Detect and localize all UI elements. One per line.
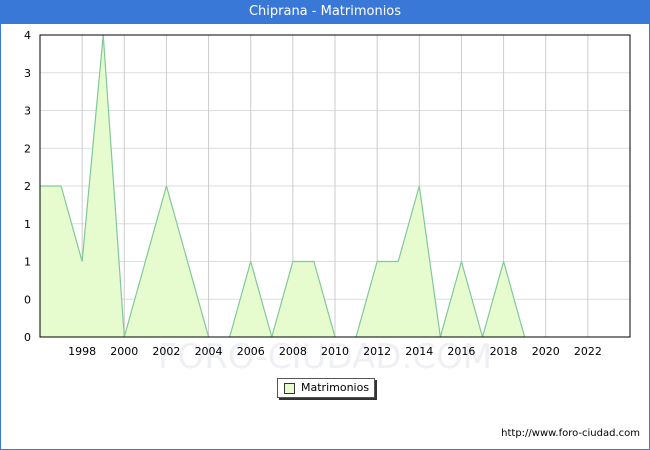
x-tick-label: 2006: [237, 345, 265, 358]
y-tick-label: 1: [24, 256, 31, 269]
x-tick-label: 2022: [574, 345, 602, 358]
x-tick-label: 2010: [321, 345, 349, 358]
y-tick-label: 3: [24, 67, 31, 80]
x-tick-label: 2002: [152, 345, 180, 358]
legend: Matrimonios: [277, 378, 375, 398]
y-tick-label: 3: [24, 105, 31, 118]
x-tick-label: 2014: [405, 345, 433, 358]
legend-label: Matrimonios: [301, 381, 370, 394]
footer-url[interactable]: http://www.foro-ciudad.com: [501, 428, 640, 439]
y-tick-label: 4: [24, 29, 31, 42]
legend-swatch: [284, 383, 295, 394]
x-tick-label: 2008: [279, 345, 307, 358]
x-tick-label: 2016: [447, 345, 475, 358]
x-tick-label: 2020: [532, 345, 560, 358]
x-tick-label: 2000: [110, 345, 138, 358]
y-tick-label: 1: [24, 218, 31, 231]
x-tick-label: 2004: [195, 345, 223, 358]
y-tick-label: 0: [24, 293, 31, 306]
y-tick-label: 0: [24, 331, 31, 344]
x-tick-label: 2018: [490, 345, 518, 358]
x-tick-label: 1998: [68, 345, 96, 358]
y-tick-label: 2: [24, 142, 31, 155]
x-tick-label: 2012: [363, 345, 391, 358]
y-tick-label: 2: [24, 180, 31, 193]
